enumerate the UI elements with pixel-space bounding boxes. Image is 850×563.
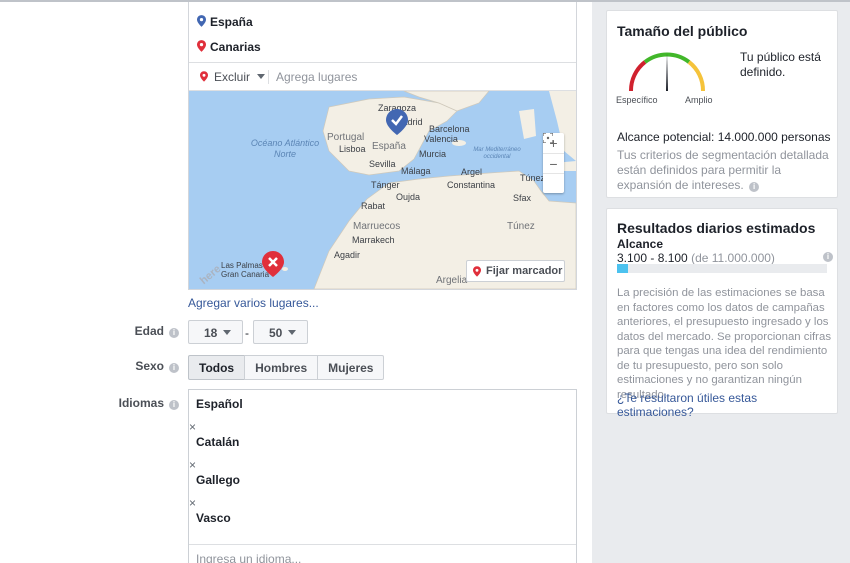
- location-pin-icon: [197, 15, 206, 27]
- location-name: España: [210, 15, 253, 29]
- zoom-out-button[interactable]: −: [543, 153, 564, 173]
- map-label: Oujda: [396, 192, 421, 202]
- location-name: Canarias: [210, 40, 261, 54]
- location-pin-icon: [197, 40, 206, 52]
- map-label: Portugal: [327, 132, 365, 143]
- reach-total: (de 11.000.000): [691, 251, 775, 265]
- age-min-value: 18: [204, 326, 218, 340]
- pin-icon: [473, 266, 481, 277]
- potential-reach: Alcance potencial: 14.000.000 personas: [617, 130, 831, 144]
- pin-marker-label: Fijar marcador: [486, 265, 563, 277]
- map-label: Argelia: [436, 275, 468, 286]
- map-label: Barcelona: [429, 124, 470, 134]
- remove-language-icon[interactable]: ×: [189, 458, 196, 472]
- audience-size-card: Tamaño del público Específico Amplio Tu …: [606, 10, 838, 198]
- feedback-link[interactable]: ¿Te resultaron útiles estas estimaciones…: [617, 391, 837, 419]
- age-label-text: Edad: [134, 324, 164, 338]
- map-label: Murcia: [419, 149, 447, 159]
- map-label: Lisboa: [339, 144, 366, 154]
- gender-label: Sexo i: [120, 359, 179, 373]
- chevron-down-icon: [257, 74, 266, 79]
- gender-option-mujeres[interactable]: Mujeres: [317, 355, 385, 380]
- remove-language-icon[interactable]: ×: [189, 496, 196, 510]
- languages-label-text: Idiomas: [118, 396, 164, 410]
- map-label: Túnez: [520, 173, 546, 183]
- map-label: Rabat: [361, 201, 386, 211]
- map-label: Valencia: [424, 134, 458, 144]
- include-exclude-dropdown[interactable]: Excluir: [200, 70, 266, 84]
- map-label: Marruecos: [353, 221, 401, 232]
- info-icon[interactable]: i: [169, 363, 179, 373]
- gender-option-hombres[interactable]: Hombres: [244, 355, 319, 380]
- language-item: Vasco: [196, 511, 231, 525]
- age-label: Edad i: [120, 324, 179, 338]
- chevron-down-icon: [223, 330, 232, 335]
- language-search-input[interactable]: Ingresa un idioma...: [189, 544, 576, 563]
- map-zoom-controls: + −: [543, 133, 564, 193]
- pin-marker-button[interactable]: Fijar marcador: [466, 260, 565, 282]
- exclude-marker-icon[interactable]: [262, 251, 284, 277]
- gauge-broad-label: Amplio: [685, 95, 713, 105]
- map-label: Marrakech: [352, 235, 395, 245]
- location-add-row: Excluir Agrega lugares: [189, 62, 576, 91]
- include-marker-icon[interactable]: [386, 109, 408, 135]
- location-box: España Canarias Excluir Agrega lugares Z…: [188, 2, 577, 290]
- map-label: Tánger: [371, 180, 400, 190]
- map-label: Sevilla: [369, 159, 396, 169]
- audience-status: Tu público está definido.: [740, 50, 821, 79]
- add-multiple-locations-link[interactable]: Agregar varios lugares...: [188, 296, 319, 310]
- audience-title: Tamaño del público: [617, 23, 748, 39]
- language-item: Español: [196, 397, 243, 411]
- map-label: Túnez: [507, 221, 535, 232]
- estimate-description: La precisión de las estimaciones se basa…: [617, 287, 832, 401]
- fullscreen-button[interactable]: [543, 133, 564, 193]
- remove-language-icon[interactable]: ×: [189, 420, 196, 434]
- expansion-note: Tus criterios de segmentación detallada …: [617, 148, 829, 193]
- info-icon[interactable]: i: [823, 252, 833, 262]
- gender-option-todos[interactable]: Todos: [188, 355, 246, 380]
- age-separator: -: [245, 326, 249, 340]
- location-item-canarias[interactable]: Canarias: [197, 40, 261, 54]
- info-icon[interactable]: i: [169, 328, 179, 338]
- info-icon[interactable]: i: [169, 400, 179, 410]
- language-item: Gallego: [196, 473, 241, 487]
- age-min-dropdown[interactable]: 18: [188, 320, 243, 344]
- map-label: Málaga: [401, 166, 431, 176]
- location-item-spain[interactable]: España: [197, 15, 253, 29]
- location-map[interactable]: Zaragoza Madrid Barcelona Portugal Españ…: [189, 91, 576, 289]
- info-icon[interactable]: i: [749, 182, 760, 192]
- reach-label: Alcance: [617, 237, 664, 251]
- age-max-value: 50: [269, 326, 283, 340]
- targeting-panel: España Canarias Excluir Agrega lugares Z…: [0, 2, 592, 563]
- expansion-note-text: Tus criterios de segmentación detallada …: [617, 148, 829, 192]
- location-search-input[interactable]: Agrega lugares: [276, 70, 357, 84]
- divider: [268, 70, 269, 84]
- daily-title: Resultados diarios estimados: [617, 220, 816, 236]
- map-label: España: [372, 141, 406, 152]
- chevron-down-icon: [288, 330, 297, 335]
- gender-label-text: Sexo: [135, 359, 164, 373]
- map-label: Constantina: [447, 180, 496, 190]
- daily-results-card: Resultados diarios estimados Alcance 3.1…: [606, 208, 838, 419]
- gender-selector: Todos Hombres Mujeres: [188, 355, 385, 380]
- age-max-dropdown[interactable]: 50: [253, 320, 308, 344]
- languages-box: Español × Catalán × Gallego × Vasco Ingr…: [188, 389, 577, 563]
- map-label: Sfax: [513, 193, 532, 203]
- fullscreen-icon: [543, 133, 553, 143]
- audience-gauge-icon: [628, 52, 706, 92]
- reach-bar: [617, 264, 827, 273]
- map-label: Mar Mediterráneo occidental: [473, 147, 521, 160]
- reach-range: 3.100 - 8.100 (de 11.000.000): [617, 251, 775, 265]
- reach-range-value: 3.100 - 8.100: [617, 251, 688, 265]
- exclude-pin-icon: [200, 71, 208, 82]
- gauge-specific-label: Específico: [616, 95, 658, 105]
- languages-label: Idiomas i: [110, 396, 179, 410]
- exclude-label: Excluir: [214, 70, 251, 84]
- map-label: Argel: [461, 167, 483, 177]
- map-label: Océano Atlántico Norte: [250, 138, 320, 159]
- language-item: Catalán: [196, 435, 240, 449]
- reach-bar-fill: [617, 264, 628, 273]
- map-label: Agadir: [334, 250, 361, 260]
